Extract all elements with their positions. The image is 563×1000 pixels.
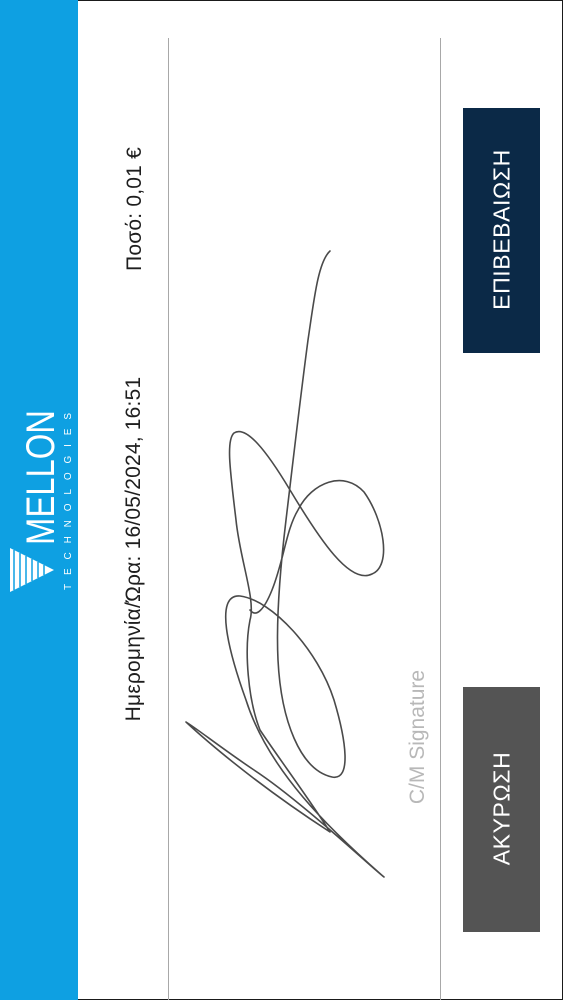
signature-area-right-border — [440, 38, 441, 1000]
datetime-value: 16/05/2024, 16:51 — [122, 376, 145, 550]
amount-value: 0,01 € — [123, 147, 146, 207]
confirm-button[interactable]: ΕΠΙΒΕΒΑΙΩΣΗ — [463, 108, 540, 353]
signature-pad[interactable] — [169, 38, 439, 1000]
mellon-logo-tagline: TECHNOLOGIES — [63, 408, 74, 590]
amount-label: Ποσό: — [123, 212, 146, 271]
mellon-logo-wordmark: MELLON — [19, 410, 63, 545]
transaction-datetime: Ημερομηνία/Ώρα: 16/05/2024, 16:51 — [122, 249, 146, 849]
transaction-amount: Ποσό: 0,01 € — [123, 99, 147, 319]
cancel-button[interactable]: ΑΚΥΡΩΣΗ — [463, 687, 540, 932]
signature-label: C/M Signature — [406, 669, 429, 805]
datetime-label: Ημερομηνία/Ώρα: — [122, 555, 145, 722]
signature-stroke — [185, 250, 385, 878]
cancel-button-label: ΑΚΥΡΩΣΗ — [488, 751, 515, 866]
mellon-logo-mark-icon — [10, 548, 54, 592]
confirm-button-label: ΕΠΙΒΕΒΑΙΩΣΗ — [488, 149, 515, 310]
mellon-logo: MELLON TECHNOLOGIES — [10, 408, 74, 592]
